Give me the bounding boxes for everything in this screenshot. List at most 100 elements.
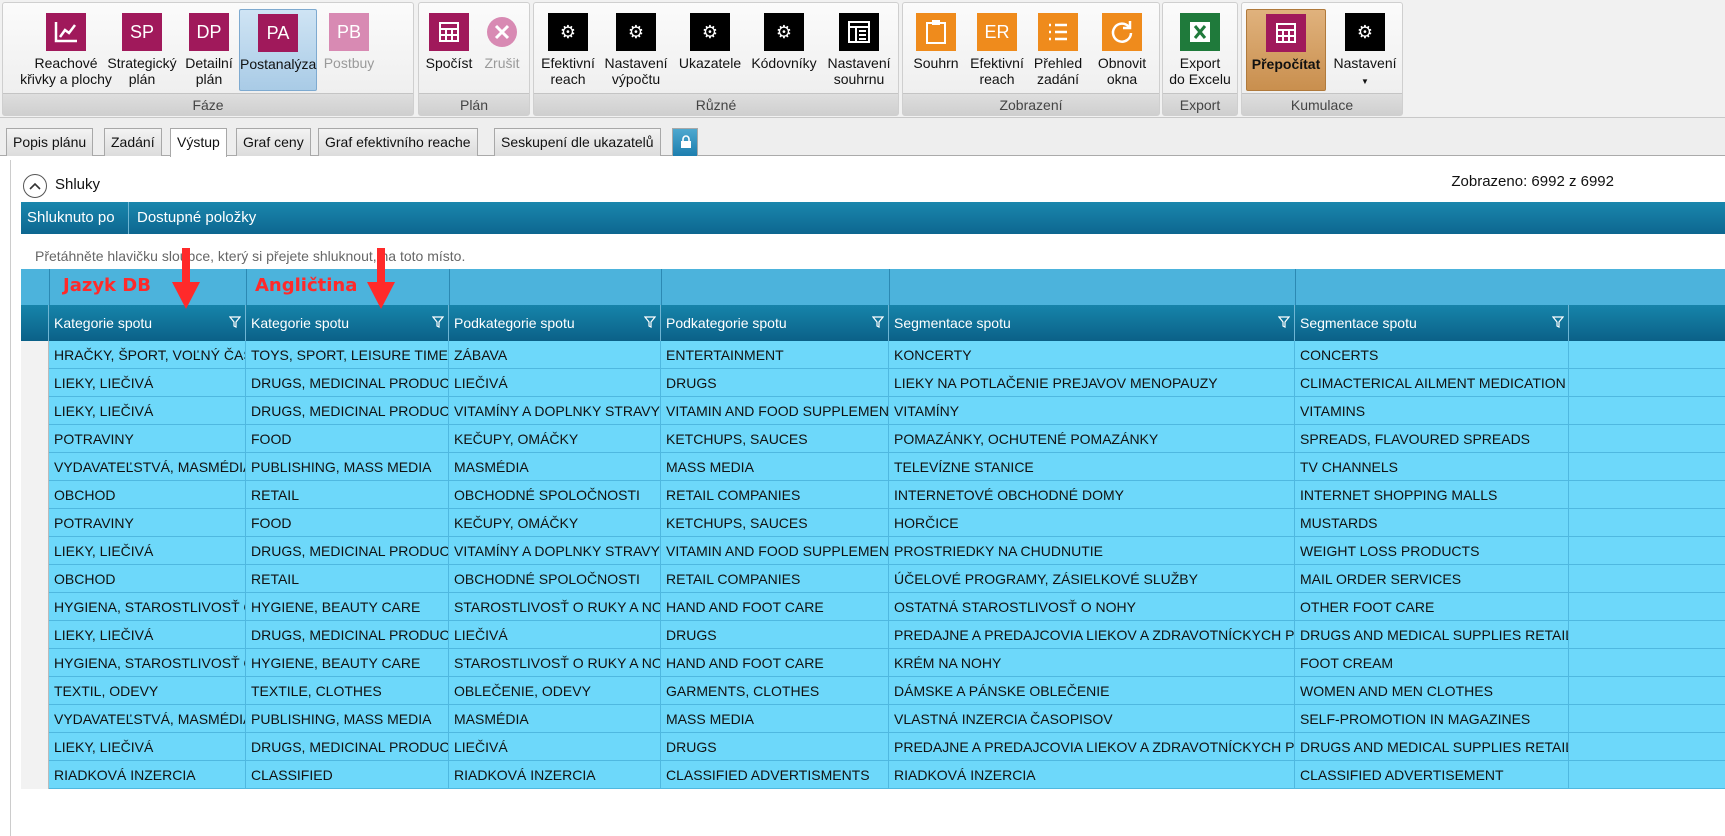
indicators-button[interactable]: ⚙ Ukazatele [676, 9, 744, 91]
table-cell[interactable]: LIEČIVÁ [449, 369, 661, 397]
table-cell[interactable]: RETAIL [246, 481, 449, 509]
table-cell[interactable]: KETCHUPS, SAUCES [661, 425, 889, 453]
column-header[interactable]: Segmentace spotu [889, 305, 1295, 341]
table-cell[interactable]: DRUGS, MEDICINAL PRODUCTS [246, 537, 449, 565]
table-cell[interactable]: DRUGS [661, 621, 889, 649]
summary-settings-button[interactable]: Nastavení souhrnu [822, 9, 896, 91]
table-row[interactable]: HYGIENA, STAROSTLIVOSŤ O KRÁSUHYGIENE, B… [21, 649, 1725, 677]
column-header[interactable]: Podkategorie spotu [661, 305, 889, 341]
table-cell[interactable]: STAROSTLIVOSŤ O RUKY A NOHY [449, 593, 661, 621]
filter-icon[interactable] [229, 316, 241, 328]
table-cell[interactable]: CLASSIFIED [246, 761, 449, 789]
row-selector[interactable] [21, 593, 49, 621]
table-row[interactable]: POTRAVINY FOOD KEČUPY, OMÁČKY KETCHUPS, SAU… [21, 509, 1725, 537]
row-selector[interactable] [21, 649, 49, 677]
row-selector[interactable] [21, 453, 49, 481]
cancel-button[interactable]: Zrušit [477, 9, 527, 91]
codebooks-button[interactable]: ⚙ Kódovníky [748, 9, 820, 91]
table-cell[interactable]: CLASSIFIED ADVERTISMENTS [661, 761, 889, 789]
table-cell[interactable]: HYGIENE, BEAUTY CARE [246, 649, 449, 677]
row-selector[interactable] [21, 341, 49, 369]
export-excel-button[interactable]: Export do Excelu [1167, 9, 1233, 91]
table-cell[interactable]: DRUGS AND MEDICAL SUPPLIES RETAILERS [1295, 733, 1569, 761]
table-cell[interactable]: LIEČIVÁ [449, 621, 661, 649]
refresh-windows-button[interactable]: Obnovit okna [1089, 9, 1155, 91]
table-cell[interactable]: MAIL ORDER SERVICES [1295, 565, 1569, 593]
table-cell[interactable]: DRUGS AND MEDICAL SUPPLIES RETAILERS [1295, 621, 1569, 649]
row-selector[interactable] [21, 677, 49, 705]
table-cell[interactable]: OBCHODNÉ SPOLOČNOSTI [449, 481, 661, 509]
table-cell[interactable]: INTERNET SHOPPING MALLS [1295, 481, 1569, 509]
table-cell[interactable]: OSTATNÁ STAROSTLIVOSŤ O NOHY [889, 593, 1295, 621]
input-overview-button[interactable]: Přehled zadání [1029, 9, 1087, 91]
filter-icon[interactable] [432, 316, 444, 328]
table-cell[interactable]: FOOT CREAM [1295, 649, 1569, 677]
row-selector[interactable] [21, 369, 49, 397]
table-cell[interactable]: KRÉM NA NOHY [889, 649, 1295, 677]
table-cell[interactable]: MASMÉDIA [449, 453, 661, 481]
table-cell[interactable]: GARMENTS, CLOTHES [661, 677, 889, 705]
table-cell[interactable]: CLIMACTERICAL AILMENT MEDICATION [1295, 369, 1569, 397]
row-selector[interactable] [21, 733, 49, 761]
table-cell[interactable]: VLASTNÁ INZERCIA ČASOPISOV [889, 705, 1295, 733]
table-row[interactable]: LIEKY, LIEČIVÁ DRUGS, MEDICINAL PRODUCTS L… [21, 621, 1725, 649]
table-cell[interactable]: HYGIENA, STAROSTLIVOSŤ O KRÁSU [49, 593, 246, 621]
table-cell[interactable]: ENTERTAINMENT [661, 341, 889, 369]
settings-dropdown-button[interactable]: ⚙ Nastavení ▼ [1330, 9, 1400, 91]
table-cell[interactable]: LIEKY, LIEČIVÁ [49, 397, 246, 425]
table-cell[interactable]: TEXTIL, ODEVY [49, 677, 246, 705]
table-cell[interactable]: VITAMÍNY A DOPLNKY STRAVY [449, 537, 661, 565]
table-cell[interactable]: MASS MEDIA [661, 705, 889, 733]
table-cell[interactable]: KEČUPY, OMÁČKY [449, 509, 661, 537]
calculate-button[interactable]: Spočíst [423, 9, 475, 91]
table-cell[interactable]: POTRAVINY [49, 425, 246, 453]
postanalysis-button[interactable]: PA Postanalýza [239, 9, 317, 91]
table-cell[interactable]: VYDAVATEĽSTVÁ, MASMÉDIA [49, 453, 246, 481]
table-cell[interactable]: ZÁBAVA [449, 341, 661, 369]
table-row[interactable]: LIEKY, LIEČIVÁ DRUGS, MEDICINAL PRODUCTS V… [21, 537, 1725, 565]
table-cell[interactable]: RETAIL COMPANIES [661, 565, 889, 593]
table-cell[interactable]: DRUGS, MEDICINAL PRODUCTS [246, 621, 449, 649]
table-cell[interactable]: PREDAJNE A PREDAJCOVIA LIEKOV A ZDRAVOTN… [889, 733, 1295, 761]
detail-plan-button[interactable]: DP Detailní plán [183, 9, 235, 91]
table-cell[interactable]: INTERNETOVÉ OBCHODNÉ DOMY [889, 481, 1295, 509]
collapse-toggle[interactable] [23, 174, 47, 198]
table-row[interactable]: POTRAVINY FOOD KEČUPY, OMÁČKY KETCHUPS, SAU… [21, 425, 1725, 453]
table-row[interactable]: VYDAVATEĽSTVÁ, MASMÉDIA PUBLISHING, MASS … [21, 453, 1725, 481]
table-cell[interactable]: RETAIL [246, 565, 449, 593]
table-cell[interactable]: HAND AND FOOT CARE [661, 593, 889, 621]
table-cell[interactable]: HYGIENA, STAROSTLIVOSŤ O KRÁSU [49, 649, 246, 677]
row-selector[interactable] [21, 397, 49, 425]
table-cell[interactable]: RIADKOVÁ INZERCIA [49, 761, 246, 789]
filter-icon[interactable] [1552, 316, 1564, 328]
table-cell[interactable]: RETAIL COMPANIES [661, 481, 889, 509]
table-cell[interactable]: DRUGS, MEDICINAL PRODUCTS [246, 369, 449, 397]
row-selector[interactable] [21, 621, 49, 649]
column-header[interactable]: Kategorie spotu [49, 305, 246, 341]
table-cell[interactable]: DRUGS, MEDICINAL PRODUCTS [246, 733, 449, 761]
table-cell[interactable]: MASMÉDIA [449, 705, 661, 733]
table-cell[interactable]: KONCERTY [889, 341, 1295, 369]
table-cell[interactable]: WEIGHT LOSS PRODUCTS [1295, 537, 1569, 565]
table-cell[interactable]: DÁMSKE A PÁNSKE OBLEČENIE [889, 677, 1295, 705]
tab-zadani[interactable]: Zadání [104, 128, 162, 156]
table-row[interactable]: VYDAVATEĽSTVÁ, MASMÉDIA PUBLISHING, MASS … [21, 705, 1725, 733]
table-cell[interactable]: PROSTRIEDKY NA CHUDNUTIE [889, 537, 1295, 565]
table-cell[interactable]: LIEČIVÁ [449, 733, 661, 761]
table-cell[interactable]: RIADKOVÁ INZERCIA [889, 761, 1295, 789]
table-cell[interactable]: SELF-PROMOTION IN MAGAZINES [1295, 705, 1569, 733]
table-row[interactable]: LIEKY, LIEČIVÁ DRUGS, MEDICINAL PRODUCTS L… [21, 369, 1725, 397]
table-cell[interactable]: OTHER FOOT CARE [1295, 593, 1569, 621]
table-cell[interactable]: VITAMÍNY [889, 397, 1295, 425]
table-cell[interactable]: KETCHUPS, SAUCES [661, 509, 889, 537]
table-cell[interactable]: LIEKY, LIEČIVÁ [49, 537, 246, 565]
table-cell[interactable]: HYGIENE, BEAUTY CARE [246, 593, 449, 621]
table-cell[interactable]: POTRAVINY [49, 509, 246, 537]
table-row[interactable]: RIADKOVÁ INZERCIA CLASSIFIED RIADKOVÁ INZE… [21, 761, 1725, 789]
table-cell[interactable]: TELEVÍZNE STANICE [889, 453, 1295, 481]
table-cell[interactable]: TV CHANNELS [1295, 453, 1569, 481]
table-cell[interactable]: FOOD [246, 425, 449, 453]
tab-vystup[interactable]: Výstup [170, 128, 227, 157]
table-cell[interactable]: MUSTARDS [1295, 509, 1569, 537]
table-row[interactable]: OBCHOD RETAIL OBCHODNÉ SPOLOČNOSTI RETAIL C… [21, 565, 1725, 593]
